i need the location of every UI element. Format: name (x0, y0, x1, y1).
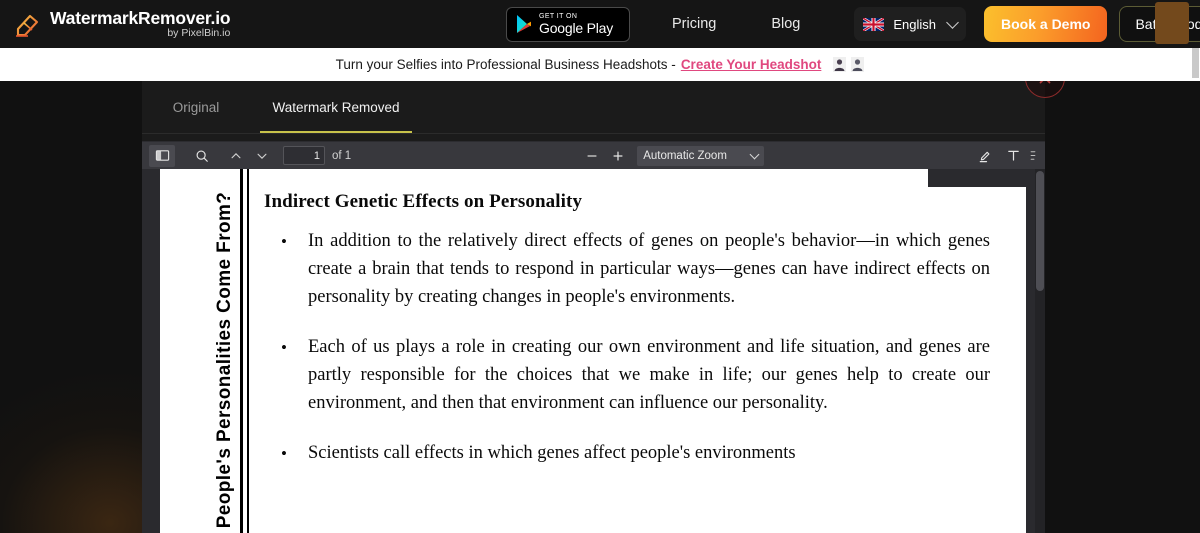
chevron-down-icon (946, 15, 959, 29)
document-bullet-item: • Each of us plays a role in creating ou… (260, 333, 1000, 417)
bullet-text: Each of us plays a role in creating our … (308, 337, 990, 413)
add-text-icon (1007, 150, 1019, 161)
search-button[interactable] (189, 145, 215, 167)
promo-banner: Turn your Selfies into Professional Busi… (0, 48, 1200, 81)
brand-name: WatermarkRemover.io (50, 7, 231, 28)
header-nav: GET IT ON Google Play Pricing Blog Engli (506, 0, 1200, 48)
pdf-page-top-strip (160, 169, 928, 187)
tab-watermark-removed[interactable]: Watermark Removed (260, 81, 412, 133)
document-rule-thick (240, 169, 243, 533)
document-vertical-title-wrap: People's Personalities Come From? (210, 169, 240, 533)
uk-flag-icon (862, 16, 886, 32)
previous-page-button[interactable] (223, 145, 249, 167)
document-bullet-item: • Scientists call effects in which genes… (260, 439, 1000, 468)
eraser-logo-icon (12, 9, 42, 39)
pdf-viewer-area[interactable]: People's Personalities Come From? Indire… (142, 169, 1045, 533)
document-content: People's Personalities Come From? Indire… (160, 169, 1026, 533)
next-page-button[interactable] (249, 145, 275, 167)
brand-subtitle: by PixelBin.io (167, 27, 231, 40)
headshot-avatar-icon (833, 57, 847, 72)
google-play-label: Google Play (539, 20, 614, 36)
nav-link-blog[interactable]: Blog (771, 16, 800, 32)
page-total-label: of 1 (332, 149, 352, 162)
zoom-in-button[interactable] (605, 145, 631, 167)
site-header: WatermarkRemover.io by PixelBin.io GET I… (0, 0, 1200, 48)
pdf-view-scrollbar[interactable] (1035, 169, 1045, 533)
bullet-text: In addition to the relatively direct eff… (308, 231, 990, 307)
zoom-level-label: Automatic Zoom (643, 149, 727, 162)
add-text-button[interactable] (1000, 145, 1026, 167)
editor-panel: Original Watermark Removed 1 of 1 Automa… (142, 81, 1045, 533)
document-body: Indirect Genetic Effects on Personality … (260, 191, 1000, 468)
pdf-page: People's Personalities Come From? Indire… (160, 169, 1026, 533)
language-label: English (893, 16, 936, 32)
document-heading: Indirect Genetic Effects on Personality (264, 191, 583, 212)
draw-button[interactable] (972, 145, 998, 167)
more-tools-button[interactable] (1028, 145, 1038, 167)
promo-avatars (833, 57, 865, 72)
chevron-down-icon (257, 153, 267, 159)
google-play-badge[interactable]: GET IT ON Google Play (506, 6, 630, 42)
google-play-small-label: GET IT ON (539, 13, 578, 20)
sidebar-panel-icon (155, 150, 169, 161)
bullet-glyph: • (281, 338, 287, 357)
bullet-glyph: • (281, 232, 287, 251)
pdf-view-scrollbar-thumb[interactable] (1036, 171, 1044, 291)
app-root: WatermarkRemover.io by PixelBin.io GET I… (0, 0, 1200, 533)
chevron-up-icon (231, 152, 241, 158)
document-rule-thin (247, 169, 249, 533)
chevron-down-icon (749, 149, 760, 159)
search-icon (196, 150, 208, 162)
brand-logo-group[interactable]: WatermarkRemover.io by PixelBin.io (12, 7, 231, 40)
bullet-glyph: • (281, 444, 287, 463)
google-play-triangle-icon (515, 14, 533, 34)
language-selector[interactable]: English (854, 7, 966, 41)
book-a-demo-button[interactable]: Book a Demo (984, 6, 1108, 42)
minus-icon (587, 154, 597, 157)
page-scrollbar-thumb[interactable] (1192, 48, 1199, 78)
page-number-input[interactable] (283, 146, 325, 165)
tab-original[interactable]: Original (168, 81, 224, 133)
document-bullet-item: • In addition to the relatively direct e… (260, 227, 1000, 311)
nav-link-pricing[interactable]: Pricing (672, 16, 716, 32)
document-vertical-title: People's Personalities Come From? (214, 191, 235, 529)
pdf-page-top-gap (928, 169, 1026, 187)
editor-tabs: Original Watermark Removed (142, 81, 1045, 134)
more-tools-icon (1030, 151, 1036, 160)
headshot-avatar-icon (851, 57, 865, 72)
create-headshot-link[interactable]: Create Your Headshot (681, 57, 822, 72)
zoom-out-button[interactable] (579, 145, 605, 167)
zoom-level-select[interactable]: Automatic Zoom (637, 145, 764, 166)
promo-text: Turn your Selfies into Professional Busi… (335, 57, 676, 72)
pdf-toolbar-right-tools (972, 145, 1038, 167)
bullet-text: Scientists call effects in which genes a… (308, 443, 796, 463)
pdf-toolbar: of 1 Automatic Zoom (142, 141, 1045, 169)
plus-icon (613, 150, 623, 161)
sidebar-toggle-button[interactable] (149, 144, 175, 167)
header-thumbnail[interactable] (1155, 2, 1189, 44)
highlighter-pen-icon (979, 151, 989, 163)
